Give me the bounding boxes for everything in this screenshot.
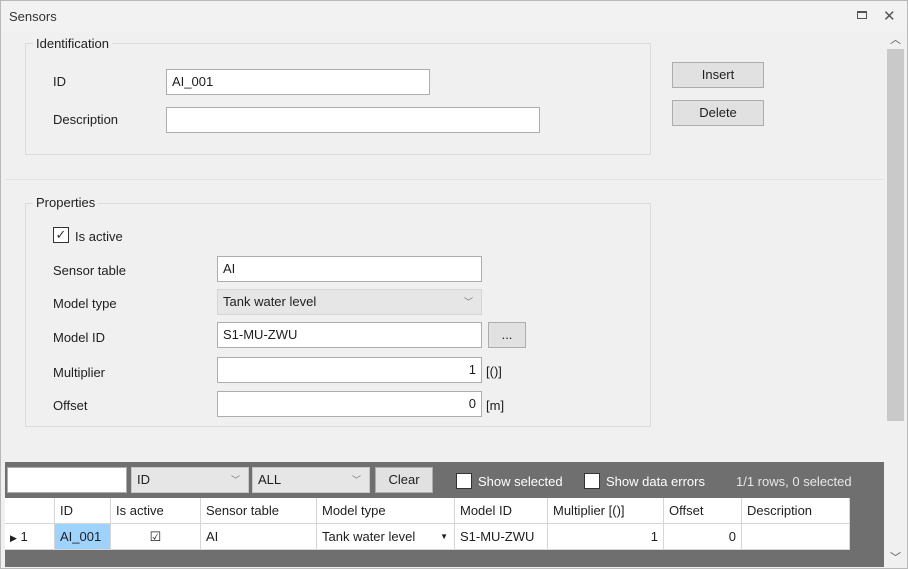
row-pointer-icon: ▶ bbox=[10, 533, 17, 543]
scroll-down-icon[interactable]: ﹀ bbox=[890, 549, 901, 565]
insert-button[interactable]: Insert bbox=[672, 62, 764, 88]
chevron-down-icon: ﹀ bbox=[230, 475, 240, 485]
scroll-up-icon[interactable]: ︿ bbox=[890, 31, 901, 47]
identification-group bbox=[25, 43, 651, 155]
table-cell-offset[interactable]: 0 bbox=[664, 524, 742, 550]
scroll-thumb[interactable] bbox=[887, 49, 904, 421]
row-header[interactable]: ▶ 1 bbox=[5, 524, 55, 550]
checkmark-icon: ✓ bbox=[55, 227, 67, 242]
show-data-errors-checkbox[interactable] bbox=[584, 473, 600, 489]
show-selected-checkbox[interactable] bbox=[456, 473, 472, 489]
column-header-model-id[interactable]: Model ID bbox=[455, 498, 548, 524]
multiplier-unit: [()] bbox=[486, 364, 502, 379]
column-header-model-type[interactable]: Model type bbox=[317, 498, 455, 524]
multiplier-field[interactable]: 1 bbox=[217, 357, 482, 383]
table-cell-id[interactable]: AI_001 bbox=[55, 524, 111, 550]
filter-scope-select[interactable]: ALL ﹀ bbox=[252, 467, 370, 493]
multiplier-label: Multiplier bbox=[53, 365, 106, 380]
row-count-status: 1/1 rows, 0 selected bbox=[736, 474, 852, 489]
row-index: 1 bbox=[20, 529, 28, 544]
row-header-corner bbox=[5, 498, 55, 524]
column-header-sensor-table[interactable]: Sensor table bbox=[201, 498, 317, 524]
delete-button[interactable]: Delete bbox=[672, 100, 764, 126]
filter-scope-value: ALL bbox=[258, 472, 282, 487]
sensor-table-label: Sensor table bbox=[53, 263, 126, 278]
offset-label: Offset bbox=[53, 398, 88, 413]
column-header-is-active[interactable]: Is active bbox=[111, 498, 201, 524]
sensor-table-grid: ID Is active Sensor table Model type Mod… bbox=[5, 498, 884, 567]
section-divider bbox=[5, 179, 884, 180]
grid-filter-input[interactable] bbox=[7, 467, 127, 493]
table-cell-model-type[interactable]: Tank water level ▼ bbox=[317, 524, 455, 550]
identification-caption: Identification bbox=[33, 36, 112, 51]
id-field[interactable]: AI_001 bbox=[166, 69, 430, 95]
model-type-select[interactable]: Tank water level ﹀ bbox=[217, 289, 482, 315]
properties-caption: Properties bbox=[33, 195, 99, 210]
column-header-description[interactable]: Description bbox=[742, 498, 850, 524]
sensor-table-field[interactable]: AI bbox=[217, 256, 482, 282]
table-cell-model-type-value: Tank water level bbox=[322, 529, 416, 544]
table-cell-model-id[interactable]: S1-MU-ZWU bbox=[455, 524, 548, 550]
table-cell-description[interactable] bbox=[742, 524, 850, 550]
id-label: ID bbox=[53, 74, 66, 89]
checkmark-icon: ☑ bbox=[149, 529, 162, 544]
table-cell-sensor-table[interactable]: AI bbox=[201, 524, 317, 550]
offset-field[interactable]: 0 bbox=[217, 391, 482, 417]
model-id-label: Model ID bbox=[53, 330, 106, 345]
vertical-scrollbar[interactable]: ︿ ﹀ bbox=[885, 31, 906, 567]
offset-unit: [m] bbox=[486, 398, 505, 413]
form-area: Identification ID AI_001 Description Ins… bbox=[5, 31, 884, 462]
table-cell-is-active[interactable]: ☑ bbox=[111, 524, 201, 550]
column-header-offset[interactable]: Offset bbox=[664, 498, 742, 524]
description-field[interactable] bbox=[166, 107, 540, 133]
chevron-down-icon[interactable]: ▼ bbox=[440, 524, 448, 549]
column-header-id[interactable]: ID bbox=[55, 498, 111, 524]
window-title: Sensors bbox=[9, 9, 57, 24]
model-type-value: Tank water level bbox=[223, 294, 317, 309]
restore-window-icon[interactable] bbox=[857, 11, 867, 19]
column-header-multiplier[interactable]: Multiplier [()] bbox=[548, 498, 664, 524]
show-data-errors-label: Show data errors bbox=[606, 474, 705, 489]
chevron-down-icon: ﹀ bbox=[351, 475, 361, 485]
chevron-down-icon: ﹀ bbox=[463, 297, 473, 307]
title-bar: Sensors ✕ bbox=[1, 1, 907, 31]
model-type-label: Model type bbox=[53, 296, 117, 311]
browse-model-button[interactable]: ... bbox=[488, 322, 526, 348]
sensors-window: Sensors ✕ Identification ID AI_001 Descr… bbox=[0, 0, 908, 569]
filter-column-select[interactable]: ID ﹀ bbox=[131, 467, 249, 493]
sensor-grid-panel: ID ﹀ ALL ﹀ Clear Show selected Show data… bbox=[5, 462, 884, 567]
is-active-label: Is active bbox=[75, 229, 123, 244]
description-label: Description bbox=[53, 112, 119, 127]
is-active-checkbox[interactable]: ✓ bbox=[53, 227, 69, 243]
filter-column-value: ID bbox=[137, 472, 150, 487]
clear-filter-button[interactable]: Clear bbox=[375, 467, 433, 493]
model-id-field[interactable]: S1-MU-ZWU bbox=[217, 322, 482, 348]
close-icon[interactable]: ✕ bbox=[883, 7, 896, 25]
table-cell-multiplier[interactable]: 1 bbox=[548, 524, 664, 550]
show-selected-label: Show selected bbox=[478, 474, 563, 489]
